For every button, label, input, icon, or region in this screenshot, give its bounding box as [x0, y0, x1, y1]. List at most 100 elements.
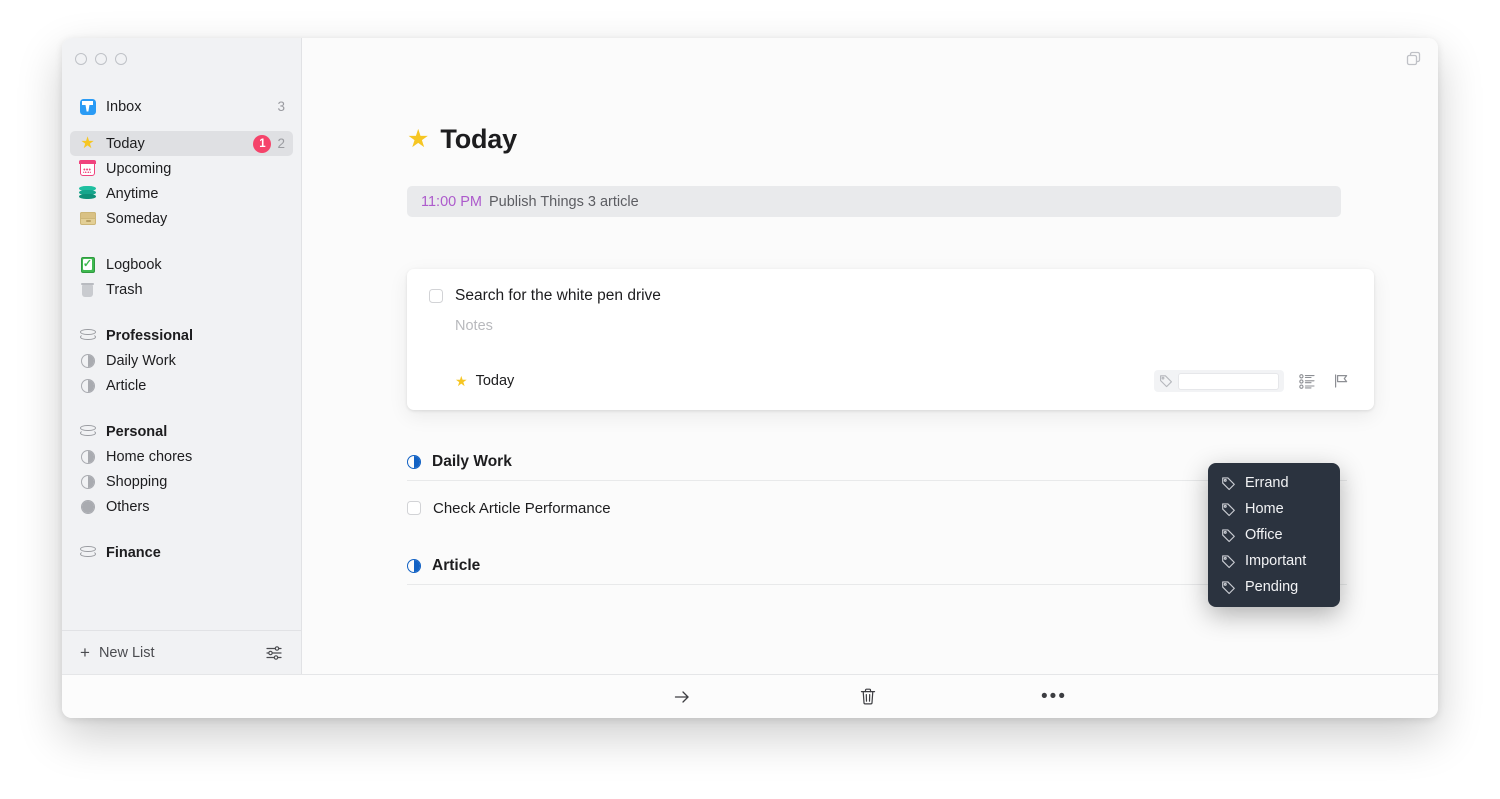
minimize-button[interactable] [95, 53, 107, 65]
page-title: Today [440, 124, 517, 154]
tag-icon [1221, 502, 1236, 517]
section-article: Article [407, 557, 1347, 585]
more-options-button[interactable]: ••• [1034, 682, 1074, 712]
sidebar-item-personal[interactable]: Personal [70, 419, 293, 444]
star-icon: ★ [407, 125, 430, 153]
sidebar-item-anytime[interactable]: Anytime [70, 181, 293, 206]
sidebar-item-professional[interactable]: Professional [70, 323, 293, 348]
flag-icon[interactable] [1330, 370, 1352, 392]
sidebar-item-label: Others [106, 498, 150, 515]
tag-option-home[interactable]: Home [1208, 496, 1340, 522]
sidebar-item-label: Upcoming [106, 160, 172, 177]
project-half-icon [79, 448, 96, 465]
tag-option-pending[interactable]: Pending [1208, 574, 1340, 600]
sidebar-item-home-chores[interactable]: Home chores [70, 444, 293, 469]
sidebar-item-inbox[interactable]: Inbox 3 [70, 94, 293, 119]
inbox-tray-icon [79, 98, 96, 115]
tag-dropdown-menu[interactable]: Errand Home Office Important Pending [1208, 463, 1340, 607]
sidebar-item-article[interactable]: Article [70, 373, 293, 398]
sidebar: Inbox 3 ★ Today 1 2 Upcoming Anytime Som… [62, 38, 302, 674]
project-full-icon [79, 498, 96, 515]
tag-option-office[interactable]: Office [1208, 522, 1340, 548]
tag-icon [1159, 374, 1173, 388]
tag-input-field[interactable] [1178, 372, 1279, 390]
tag-icon [1221, 476, 1236, 491]
tag-icon [1221, 554, 1236, 569]
sidebar-item-others[interactable]: Others [70, 494, 293, 519]
project-half-icon [79, 473, 96, 490]
tag-icon [1221, 580, 1236, 595]
sidebar-item-count: 3 [277, 99, 285, 114]
sidebar-footer: + New List [62, 630, 301, 674]
sidebar-item-label: Inbox [106, 98, 142, 115]
sidebar-item-label: Daily Work [106, 352, 176, 369]
sidebar-item-label: Trash [106, 281, 143, 298]
sidebar-item-label: Anytime [106, 185, 159, 202]
sidebar-item-daily-work[interactable]: Daily Work [70, 348, 293, 373]
area-icon [79, 327, 96, 344]
section-title: Article [432, 557, 481, 574]
tag-option-label: Errand [1245, 475, 1289, 491]
project-half-icon [407, 455, 421, 469]
plus-icon: + [80, 643, 90, 662]
project-half-icon [79, 377, 96, 394]
calendar-icon [79, 160, 96, 177]
window-duplicate-icon[interactable] [1404, 49, 1424, 69]
sidebar-item-finance[interactable]: Finance [70, 540, 293, 565]
sidebar-item-label: Shopping [106, 473, 168, 490]
tag-option-label: Office [1245, 527, 1283, 543]
move-to-button[interactable] [662, 682, 702, 712]
close-button[interactable] [75, 53, 87, 65]
delete-button[interactable] [848, 682, 888, 712]
sidebar-item-shopping[interactable]: Shopping [70, 469, 293, 494]
app-window: Inbox 3 ★ Today 1 2 Upcoming Anytime Som… [62, 38, 1438, 718]
task-title[interactable]: Search for the white pen drive [455, 287, 661, 305]
sidebar-item-logbook[interactable]: Logbook [70, 252, 293, 277]
tag-option-label: Important [1245, 553, 1307, 569]
sidebar-item-count: 2 [277, 136, 285, 151]
logbook-icon [79, 256, 96, 273]
tag-icon [1221, 528, 1236, 543]
project-half-icon [407, 559, 421, 573]
traffic-lights [62, 38, 301, 80]
tag-option-important[interactable]: Important [1208, 548, 1340, 574]
tag-option-errand[interactable]: Errand [1208, 470, 1340, 496]
task-title-row: Search for the white pen drive [429, 287, 1352, 305]
sidebar-item-today[interactable]: ★ Today 1 2 [70, 131, 293, 156]
task-checkbox[interactable] [407, 501, 421, 515]
task-meta-row: ★ Today [429, 368, 1352, 394]
task-checkbox[interactable] [429, 289, 443, 303]
area-icon [79, 423, 96, 440]
sidebar-item-someday[interactable]: Someday [70, 206, 293, 231]
archive-box-icon [79, 210, 96, 227]
zoom-button[interactable] [115, 53, 127, 65]
task-when-chip[interactable]: ★ Today [455, 373, 514, 389]
new-list-button[interactable]: + New List [80, 644, 155, 661]
section-header[interactable]: Article [407, 557, 1347, 585]
area-icon [79, 544, 96, 561]
task-detail-card[interactable]: Search for the white pen drive Notes ★ T… [407, 269, 1374, 410]
task-notes-input[interactable]: Notes [455, 318, 1352, 334]
star-icon: ★ [455, 373, 468, 389]
sidebar-item-trash[interactable]: Trash [70, 277, 293, 302]
sidebar-list: Inbox 3 ★ Today 1 2 Upcoming Anytime Som… [62, 80, 301, 630]
bottom-toolbar-actions: ••• [302, 682, 1438, 712]
task-row[interactable]: Check Article Performance [407, 492, 1347, 524]
trash-icon [79, 281, 96, 298]
tag-input[interactable] [1154, 370, 1284, 392]
sliders-icon[interactable] [263, 642, 285, 664]
checklist-icon[interactable] [1296, 370, 1318, 392]
sidebar-item-label: Today [106, 135, 145, 152]
sidebar-item-upcoming[interactable]: Upcoming [70, 156, 293, 181]
star-icon: ★ [80, 134, 95, 152]
reminder-banner[interactable]: 11:00 PM Publish Things 3 article [407, 186, 1341, 217]
main-titlebar [302, 38, 1438, 80]
tag-option-label: Pending [1245, 579, 1299, 595]
section-header[interactable]: Daily Work [407, 453, 1347, 481]
tag-option-label: Home [1245, 501, 1284, 517]
